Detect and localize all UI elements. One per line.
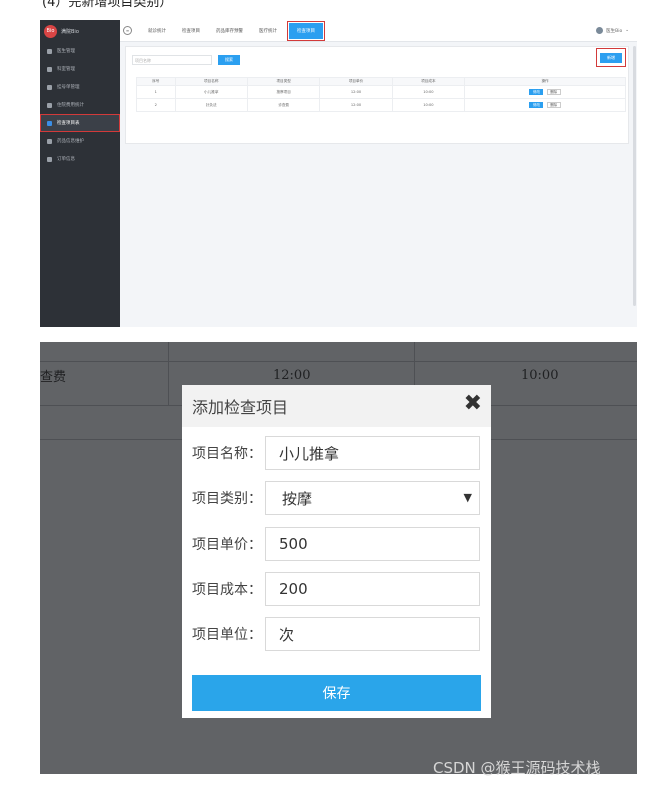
tab-medical-stats[interactable]: 医疗统计 [251,23,285,39]
item-category-select[interactable]: 按摩 ▼ [265,481,480,515]
form-row-name: 项目名称： 小儿推拿 [192,436,480,470]
add-button-highlight: 新增 [596,48,626,67]
caret-down-icon: ▼ [463,491,472,504]
field-label: 项目单价： [192,537,262,553]
top-nav: ≡ 就诊统计 检查项目 药品库存预警 医疗统计 检查项目 医生Bio ⌄ [120,20,637,42]
sidebar: Bio 满院Bio 医生管理 科室管理 挂号单管理 住院费用统计 检查项目表 药… [40,20,120,327]
bg-cell: 12:00 [273,368,311,383]
doctor-icon [47,48,52,54]
sidebar-item-inpatient-fees[interactable]: 住院费用统计 [40,96,120,114]
add-button[interactable]: 新增 [600,52,622,63]
edit-button[interactable]: 修改 [529,102,544,108]
tab-stock-alert[interactable]: 药品库存预警 [208,23,251,39]
tab-visit-stats[interactable]: 就诊统计 [140,23,174,39]
item-name-input[interactable]: 小儿推拿 [265,436,480,470]
form-row-category: 项目类别： 按摩 ▼ [192,481,480,515]
avatar [596,27,604,34]
search-button[interactable]: 搜索 [218,55,240,65]
bg-table-row [40,342,637,362]
sidebar-item-medicine[interactable]: 药品信息维护 [40,132,120,150]
modal-title: 添加检查项目 [192,398,289,417]
orders-icon [47,156,52,162]
col-header: 项目单价 [319,77,393,86]
select-value: 按摩 [282,489,313,508]
medicine-icon [47,138,52,144]
add-item-modal: 添加检查项目 ✖ 项目名称： 小儿推拿 项目类别： 按摩 ▼ 项目单价： 500… [182,385,491,718]
brand-name: 满院Bio [61,28,79,35]
add-item-screenshot: 查费 12:00 10:00 添加检查项目 ✖ 项目名称： 小儿推拿 项目类别：… [40,342,637,774]
form-row-cost: 项目成本： 200 [192,572,480,606]
col-header: 操作 [464,77,626,86]
sidebar-item-check-items[interactable]: 检查项目表 [40,114,120,132]
admin-screenshot: Bio 满院Bio 医生管理 科室管理 挂号单管理 住院费用统计 检查项目表 药… [40,20,637,327]
table-row: 1 小儿推拿 按摩项目 12:00 10:00 修改 删除 [136,85,626,99]
check-items-icon [47,120,52,126]
col-header: 项目名称 [174,77,248,86]
check-items-table: 序号 项目名称 项目类型 项目单价 项目成本 操作 1 小儿推拿 按摩项目 12… [136,77,626,112]
edit-button[interactable]: 修改 [529,89,544,95]
brand: Bio 满院Bio [40,20,120,42]
tab-check-items[interactable]: 检查项目 [174,23,208,39]
delete-button[interactable]: 删除 [546,102,561,108]
department-icon [47,66,52,72]
sidebar-item-registration[interactable]: 挂号单管理 [40,78,120,96]
field-label: 项目名称： [192,446,262,462]
user-menu[interactable]: 医生Bio ⌄ [596,27,629,34]
bg-cell: 10:00 [521,368,559,383]
scrollbar[interactable] [633,46,636,306]
modal-header: 添加检查项目 ✖ [182,385,491,427]
sidebar-item-department[interactable]: 科室管理 [40,60,120,78]
search-input[interactable]: 项目名称 [132,55,212,65]
table-row: 2 针灸法 诊查费 12:00 10:00 修改 删除 [136,98,626,112]
user-name: 医生Bio [606,28,623,34]
save-button[interactable]: 保存 [192,675,481,711]
fees-icon [47,102,52,108]
check-items-panel: 项目名称 搜索 新增 序号 项目名称 项目类型 项目单价 项目成本 操作 1 小… [125,46,629,144]
bg-divider [168,342,169,406]
col-header: 项目类型 [246,77,321,86]
field-label: 项目成本： [192,582,262,598]
watermark: CSDN @猴王源码技术栈 [433,759,601,777]
form-row-price: 项目单价： 500 [192,527,480,561]
field-label: 项目类别： [192,491,262,507]
item-price-input[interactable]: 500 [265,527,480,561]
col-header: 项目成本 [391,77,466,86]
brand-logo: Bio [44,24,57,38]
sidebar-item-orders[interactable]: 订单信息 [40,150,120,168]
caption: (4）完新增项目类别） [42,0,173,10]
col-header: 序号 [136,77,176,86]
form-row-unit: 项目单位： 次 [192,617,480,651]
field-label: 项目单位： [192,627,262,643]
chevron-down-icon: ⌄ [625,28,629,33]
item-cost-input[interactable]: 200 [265,572,480,606]
close-icon[interactable]: ✖ [464,391,482,416]
delete-button[interactable]: 删除 [546,89,561,95]
bg-cell: 查费 [40,370,67,385]
sidebar-item-doctor[interactable]: 医生管理 [40,42,120,60]
item-unit-input[interactable]: 次 [265,617,480,651]
menu-toggle-icon[interactable]: ≡ [123,26,132,35]
registration-icon [47,84,52,90]
tab-check-items-active[interactable]: 检查项目 [287,20,325,41]
